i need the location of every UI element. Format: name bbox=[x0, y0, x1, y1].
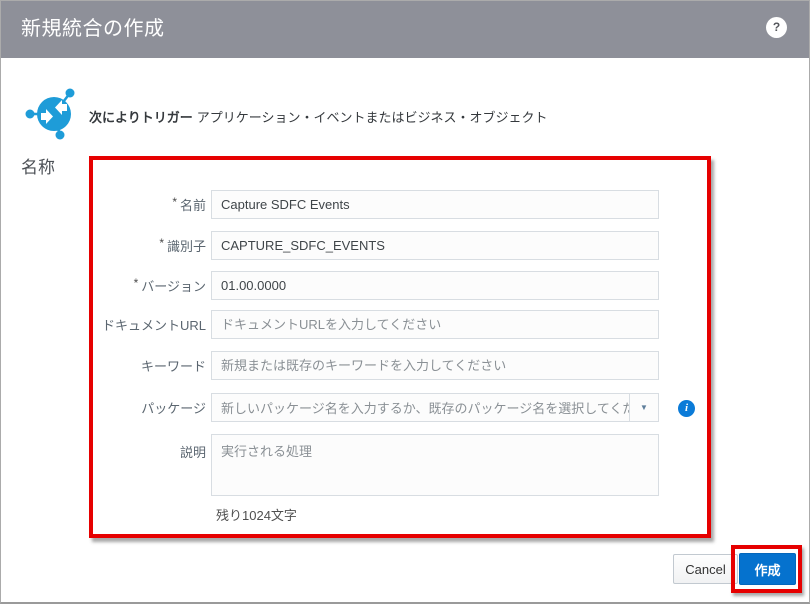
trigger-prefix: 次によりトリガー bbox=[89, 110, 193, 125]
version-label: *バージョン bbox=[41, 276, 211, 295]
chevron-down-icon: ▼ bbox=[640, 403, 648, 412]
required-marker: * bbox=[134, 276, 139, 290]
form-row-identifier: *識別子 bbox=[41, 231, 659, 260]
dialog-header: 新規統合の作成 ? bbox=[1, 1, 809, 58]
trigger-text: アプリケーション・イベントまたはビジネス・オブジェクト bbox=[197, 110, 548, 125]
doc-url-input[interactable] bbox=[211, 310, 659, 339]
create-button[interactable]: 作成 bbox=[739, 553, 796, 585]
dialog-title: 新規統合の作成 bbox=[21, 1, 165, 58]
package-info-icon[interactable]: i bbox=[678, 400, 695, 417]
keywords-input[interactable] bbox=[211, 351, 659, 380]
version-input[interactable] bbox=[211, 271, 659, 300]
doc-url-label: ドキュメントURL bbox=[41, 315, 211, 334]
required-marker: * bbox=[159, 236, 164, 250]
name-input[interactable] bbox=[211, 190, 659, 219]
package-dropdown-button[interactable]: ▼ bbox=[629, 394, 658, 421]
section-title: 名称 bbox=[21, 153, 55, 178]
form-row-name: *名前 bbox=[41, 190, 659, 219]
identifier-label: *識別子 bbox=[41, 236, 211, 255]
package-label: パッケージ bbox=[41, 398, 211, 417]
characters-remaining: 残り1024文字 bbox=[216, 505, 297, 524]
package-combobox[interactable]: 新しいパッケージ名を入力するか、既存のパッケージ名を選択してくだ... ▼ bbox=[211, 393, 659, 422]
identifier-input[interactable] bbox=[211, 231, 659, 260]
package-placeholder: 新しいパッケージ名を入力するか、既存のパッケージ名を選択してくだ... bbox=[212, 398, 629, 417]
form-row-description: 説明 bbox=[41, 434, 659, 496]
description-label: 説明 bbox=[41, 434, 211, 461]
description-textarea[interactable] bbox=[211, 434, 659, 496]
form-row-doc-url: ドキュメントURL bbox=[41, 310, 659, 339]
help-icon[interactable]: ? bbox=[766, 17, 787, 38]
integration-trigger-icon bbox=[23, 86, 85, 147]
name-label: *名前 bbox=[41, 195, 211, 214]
form-row-version: *バージョン bbox=[41, 271, 659, 300]
create-integration-dialog: 新規統合の作成 ? 次によりトリガーアプリケーション・イベントまたはビジネス・オ… bbox=[0, 0, 810, 604]
required-marker: * bbox=[172, 195, 177, 209]
form-row-keywords: キーワード bbox=[41, 351, 659, 380]
trigger-description: 次によりトリガーアプリケーション・イベントまたはビジネス・オブジェクト bbox=[89, 107, 548, 126]
form-row-package: パッケージ 新しいパッケージ名を入力するか、既存のパッケージ名を選択してくだ..… bbox=[41, 393, 659, 422]
keywords-label: キーワード bbox=[41, 356, 211, 375]
cancel-button[interactable]: Cancel bbox=[673, 554, 738, 584]
